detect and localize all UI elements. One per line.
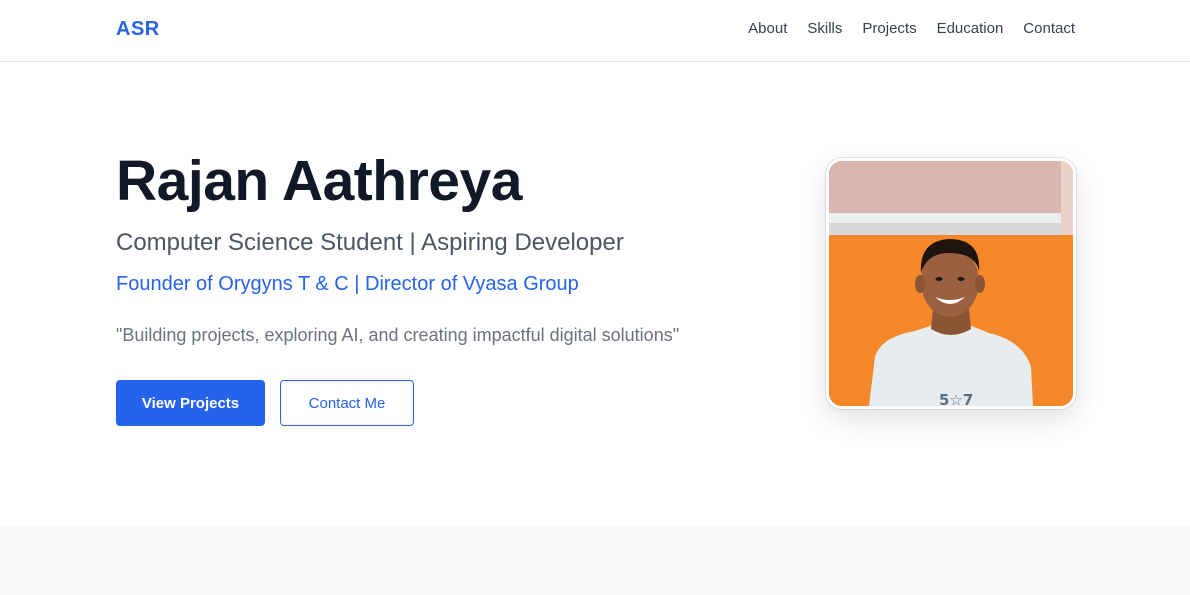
photo-molding-shadow xyxy=(829,223,1073,235)
profile-photo: 5☆7 xyxy=(826,158,1076,409)
photo-shirt-print: 5☆7 xyxy=(939,391,973,406)
photo-molding xyxy=(829,213,1073,223)
photo-ear-left xyxy=(915,275,925,293)
hero-name: Rajan Aathreya xyxy=(116,149,522,213)
nav-link-about[interactable]: About xyxy=(748,20,787,37)
nav-link-contact[interactable]: Contact xyxy=(1023,20,1075,37)
top-navbar: ASR About Skills Projects Education Cont… xyxy=(0,0,1190,62)
photo-eye-right xyxy=(957,277,965,281)
nav-link-education[interactable]: Education xyxy=(937,20,1004,37)
contact-me-button[interactable]: Contact Me xyxy=(280,380,414,426)
nav-links: About Skills Projects Education Contact xyxy=(748,20,1075,37)
photo-corner xyxy=(1061,161,1073,235)
profile-photo-illustration: 5☆7 xyxy=(829,161,1073,406)
photo-ear-right xyxy=(975,275,985,293)
photo-wall xyxy=(829,161,1073,217)
view-projects-button[interactable]: View Projects xyxy=(116,380,265,426)
nav-link-skills[interactable]: Skills xyxy=(807,20,842,37)
hero-subtitle: Computer Science Student | Aspiring Deve… xyxy=(116,229,624,256)
site-logo[interactable]: ASR xyxy=(116,18,160,41)
next-section-band xyxy=(0,526,1190,595)
hero-roles: Founder of Orygyns T & C | Director of V… xyxy=(116,273,579,295)
nav-link-projects[interactable]: Projects xyxy=(862,20,916,37)
hero-quote: "Building projects, exploring AI, and cr… xyxy=(116,325,680,345)
photo-eye-left xyxy=(935,277,943,281)
